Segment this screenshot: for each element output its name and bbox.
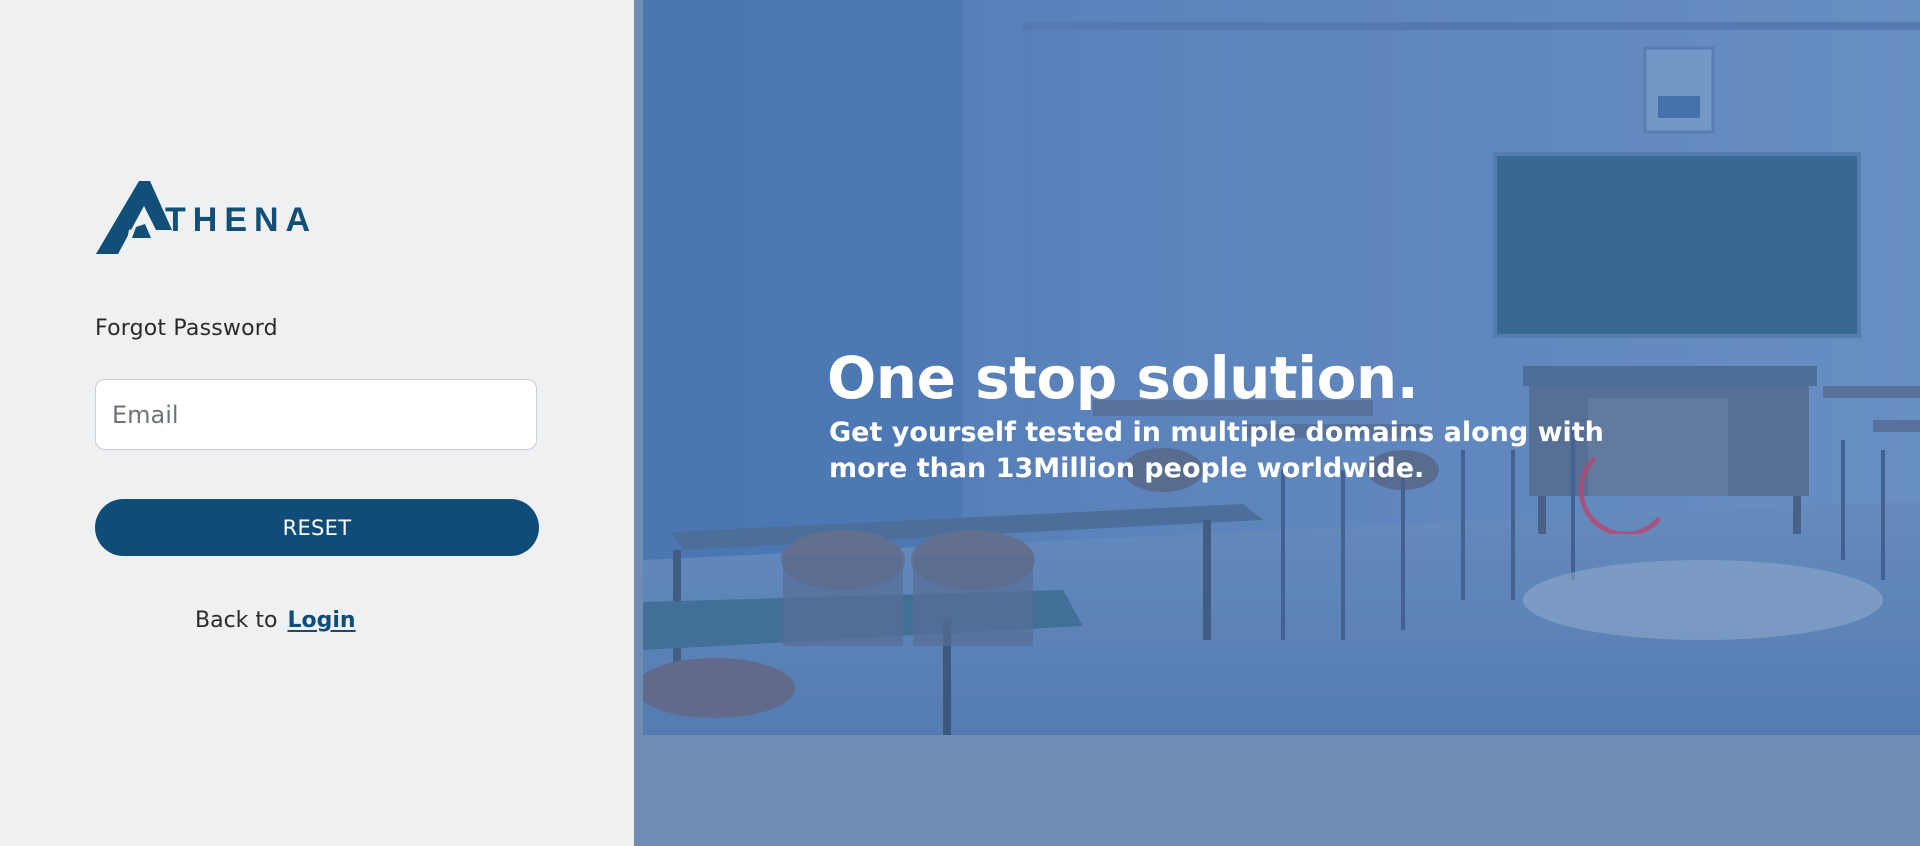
hero-headline: One stop solution. [827, 344, 1419, 412]
brand-name: THENA [165, 201, 317, 239]
hero-subline: Get yourself tested in multiple domains … [829, 417, 1604, 484]
page-title: Forgot Password [95, 316, 278, 341]
back-to-text: Back to [195, 608, 278, 633]
page: THENA Forgot Password RESET Back to Login [0, 0, 1920, 846]
hero-text: One stop solution. Get yourself tested i… [827, 343, 1727, 487]
athena-logo: THENA [96, 180, 336, 256]
email-field[interactable] [95, 379, 537, 450]
reset-button[interactable]: RESET [95, 499, 539, 556]
back-to-login-row: Back to Login [195, 608, 356, 633]
athena-logo-icon: THENA [96, 181, 317, 254]
login-link[interactable]: Login [288, 608, 356, 633]
left-panel: THENA Forgot Password RESET Back to Login [0, 0, 634, 846]
